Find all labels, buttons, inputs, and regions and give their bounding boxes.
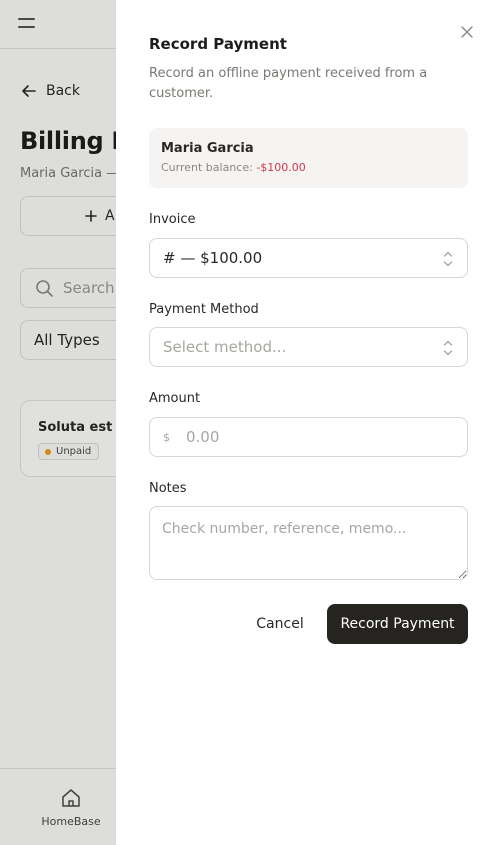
record-payment-button[interactable]: Record Payment — [327, 604, 468, 644]
amount-input[interactable] — [186, 428, 436, 446]
drawer-title: Record Payment — [149, 35, 287, 53]
customer-balance: Current balance: -$100.00 — [161, 161, 306, 174]
chevron-up-down-icon — [443, 251, 453, 267]
currency-symbol: $ — [163, 430, 170, 444]
invoice-select[interactable]: # — $100.00 — [149, 238, 468, 278]
amount-field[interactable]: $ — [149, 417, 468, 457]
invoice-value: # — $100.00 — [163, 249, 263, 267]
cancel-button[interactable]: Cancel — [247, 604, 313, 644]
drawer-description: Record an offline payment received from … — [149, 66, 428, 101]
notes-textarea[interactable] — [149, 506, 468, 580]
notes-label: Notes — [149, 481, 187, 496]
payment-method-label: Payment Method — [149, 302, 259, 317]
payment-method-placeholder: Select method... — [163, 338, 287, 356]
chevron-up-down-icon — [443, 340, 453, 356]
record-payment-drawer: Record Payment Record an offline payment… — [116, 0, 500, 845]
payment-method-select[interactable]: Select method... — [149, 327, 468, 367]
close-icon — [461, 26, 473, 38]
invoice-label: Invoice — [149, 212, 196, 227]
customer-card: Maria Garcia Current balance: -$100.00 — [149, 128, 468, 188]
balance-label: Current balance: — [161, 161, 257, 174]
balance-value: -$100.00 — [256, 161, 306, 174]
amount-label: Amount — [149, 391, 201, 406]
close-button[interactable] — [459, 24, 475, 40]
customer-name: Maria Garcia — [161, 141, 254, 156]
